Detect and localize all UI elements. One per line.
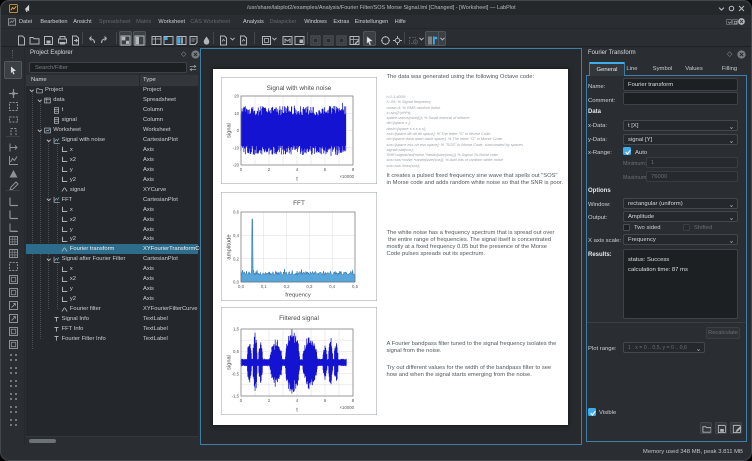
svg-text:amplitude: amplitude — [226, 234, 232, 259]
svg-text:20: 20 — [234, 93, 239, 98]
svg-text:0,1: 0,1 — [260, 284, 267, 289]
svg-text:0,3: 0,3 — [306, 284, 313, 289]
svg-text:-10: -10 — [232, 145, 239, 150]
svg-text:0,5: 0,5 — [233, 348, 240, 353]
svg-text:-0,5: -0,5 — [231, 371, 239, 376]
svg-text:0,2: 0,2 — [283, 284, 290, 289]
svg-text:-20: -20 — [232, 162, 239, 167]
svg-text:0,4: 0,4 — [233, 232, 240, 237]
svg-text:Signal with white noise: Signal with white noise — [266, 85, 331, 92]
svg-text:0,4: 0,4 — [329, 284, 336, 289]
svg-text:frequency: frequency — [285, 292, 311, 298]
svg-text:0,0: 0,0 — [238, 284, 245, 289]
svg-text:FFT: FFT — [293, 200, 305, 207]
svg-text:1,5: 1,5 — [233, 326, 240, 331]
svg-text:Filtered signal: Filtered signal — [279, 315, 319, 322]
svg-text:signal: signal — [226, 355, 232, 370]
svg-text:0,6: 0,6 — [233, 209, 240, 214]
svg-text:0,2: 0,2 — [233, 256, 240, 261]
svg-text:10: 10 — [234, 110, 239, 115]
svg-text:-1,5: -1,5 — [231, 393, 239, 398]
svg-text:×10000: ×10000 — [339, 174, 354, 179]
svg-text:×10000: ×10000 — [339, 405, 354, 410]
svg-text:0,5: 0,5 — [352, 284, 359, 289]
svg-text:signal: signal — [226, 123, 232, 138]
